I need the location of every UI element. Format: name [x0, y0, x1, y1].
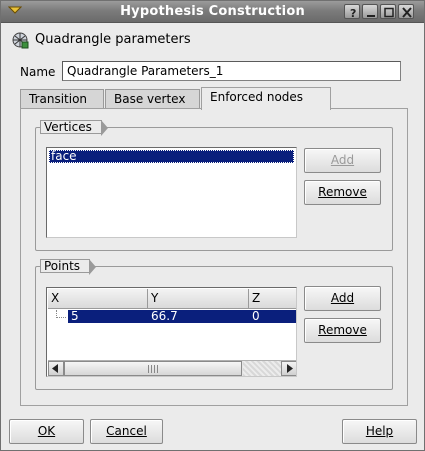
scroll-left-icon[interactable]: [48, 361, 64, 376]
scroll-right-icon[interactable]: [281, 361, 296, 376]
table-header: X Y Z: [48, 289, 296, 309]
minimize-icon[interactable]: [362, 4, 378, 19]
column-header-z[interactable]: Z: [249, 289, 296, 309]
mesh-hypothesis-icon: [12, 32, 29, 49]
points-table[interactable]: X Y Z 5 66.7 0: [46, 287, 297, 377]
tab-base-vertex[interactable]: Base vertex: [105, 89, 200, 108]
table-row[interactable]: 5 66.7 0: [48, 310, 296, 323]
cell-x[interactable]: 5: [68, 310, 148, 323]
points-remove-button[interactable]: Remove: [304, 318, 381, 343]
vertices-group-title: Vertices: [40, 120, 108, 136]
hypothesis-type-label: Quadrangle parameters: [35, 32, 191, 47]
tab-enforced-nodes[interactable]: Enforced nodes: [201, 87, 331, 110]
tree-branch-line: [56, 310, 66, 318]
points-group-title: Points: [40, 259, 97, 275]
dialog-window: Hypothesis Construction ? Quadrangle par…: [0, 0, 425, 451]
scrollbar-track[interactable]: [243, 361, 281, 376]
column-header-y[interactable]: Y: [148, 289, 249, 309]
cancel-button[interactable]: Cancel: [90, 419, 163, 444]
column-header-x[interactable]: X: [48, 289, 148, 309]
points-add-button[interactable]: Add: [304, 286, 381, 311]
horizontal-scrollbar[interactable]: [48, 360, 296, 376]
svg-text:?: ?: [350, 7, 356, 18]
close-icon[interactable]: [398, 4, 414, 19]
vertices-remove-button[interactable]: Remove: [304, 180, 381, 205]
window-title: Hypothesis Construction: [120, 4, 305, 19]
vertices-add-button[interactable]: Add: [304, 148, 381, 173]
maximize-icon[interactable]: [380, 4, 396, 19]
help-icon[interactable]: ?: [344, 4, 360, 19]
cell-z[interactable]: 0: [249, 310, 296, 323]
tab-transition[interactable]: Transition: [20, 89, 104, 108]
grip-icon: [148, 365, 160, 373]
list-item[interactable]: face: [49, 150, 294, 163]
name-label: Name: [20, 65, 56, 79]
ok-button[interactable]: OK: [9, 419, 84, 444]
title-bar[interactable]: Hypothesis Construction ?: [1, 1, 424, 23]
vertices-list[interactable]: face: [46, 147, 297, 238]
scrollbar-thumb[interactable]: [64, 361, 242, 376]
cell-y[interactable]: 66.7: [148, 310, 249, 323]
help-button[interactable]: Help: [342, 419, 417, 444]
name-input[interactable]: Quadrangle Parameters_1: [62, 61, 401, 81]
